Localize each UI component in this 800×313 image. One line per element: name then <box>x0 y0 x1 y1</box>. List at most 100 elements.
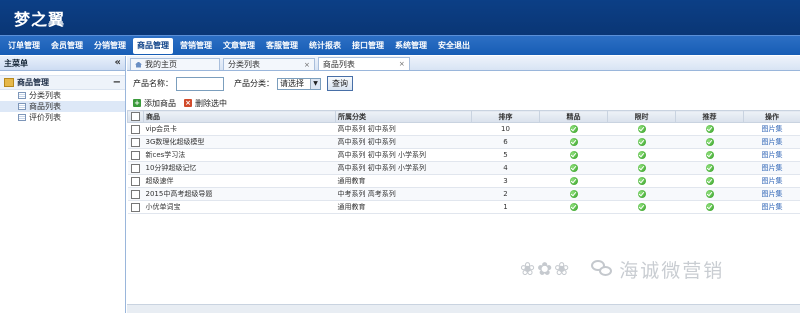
check-ok-icon[interactable] <box>705 151 714 159</box>
sidebar-item[interactable]: 分类列表 <box>0 90 125 101</box>
check-ok-icon[interactable] <box>637 164 646 172</box>
row-checkbox[interactable] <box>131 137 140 147</box>
nav-item[interactable]: 会员管理 <box>47 38 87 54</box>
gallery-link[interactable]: 图片集 <box>762 203 783 211</box>
limited-cell <box>607 200 676 214</box>
check-ok-icon[interactable] <box>569 138 578 146</box>
nav-item[interactable]: 接口管理 <box>348 38 388 54</box>
delete-icon: × <box>184 99 192 107</box>
check-ok-icon[interactable] <box>637 177 646 185</box>
order-cell: 10 <box>471 122 540 136</box>
order-cell: 2 <box>471 187 540 201</box>
gallery-link[interactable]: 图片集 <box>762 138 783 146</box>
checkbox-cell <box>127 135 144 149</box>
table-row[interactable]: 小优单词宝 通用教育 1 图片集 <box>127 200 800 214</box>
sidebar-item[interactable]: 商品列表 <box>0 101 125 112</box>
row-checkbox[interactable] <box>131 202 140 212</box>
check-ok-icon[interactable] <box>705 125 714 133</box>
nav-item[interactable]: 系统管理 <box>391 38 431 54</box>
check-ok-icon[interactable] <box>705 164 714 172</box>
gallery-link[interactable]: 图片集 <box>762 190 783 198</box>
table-header-row: 商品 所属分类 排序 精品 限时 推荐 操作 <box>127 110 800 123</box>
recommend-cell <box>675 174 744 188</box>
featured-cell <box>539 122 608 136</box>
delete-selected-button[interactable]: × 删除选中 <box>184 98 227 109</box>
group-toggle-icon[interactable]: − <box>113 77 121 88</box>
product-name-cell: 小优单词宝 <box>143 200 336 214</box>
product-name-cell: 2015中高考超级导题 <box>143 187 336 201</box>
recommend-cell <box>675 161 744 175</box>
tab[interactable]: 商品列表 × <box>317 57 410 70</box>
gallery-link[interactable]: 图片集 <box>762 177 783 185</box>
sidebar-item[interactable]: 评价列表 <box>0 112 125 123</box>
check-ok-icon[interactable] <box>569 190 578 198</box>
check-ok-icon[interactable] <box>637 190 646 198</box>
check-ok-icon[interactable] <box>637 125 646 133</box>
check-ok-icon[interactable] <box>705 190 714 198</box>
tab[interactable]: 分类列表 × <box>223 58 315 70</box>
row-checkbox[interactable] <box>131 150 140 160</box>
category-select[interactable]: 请选择 ▼ <box>277 77 321 90</box>
featured-cell <box>539 200 608 214</box>
sidebar-group-product[interactable]: 商品管理 − <box>0 75 125 90</box>
recommend-cell <box>675 148 744 162</box>
check-ok-icon[interactable] <box>569 203 578 211</box>
nav-item[interactable]: 订单管理 <box>4 38 44 54</box>
row-checkbox[interactable] <box>131 163 140 173</box>
row-checkbox[interactable] <box>131 176 140 186</box>
select-all-checkbox[interactable] <box>131 112 140 121</box>
sidebar-item-label: 评价列表 <box>29 113 61 122</box>
table-row[interactable]: 10分钟超级记忆 高中系列 初中系列 小学系列 4 图片集 <box>127 161 800 175</box>
query-button[interactable]: 查询 <box>327 76 353 91</box>
nav-item[interactable]: 文章管理 <box>219 38 259 54</box>
add-product-button[interactable]: + 添加商品 <box>133 98 176 109</box>
check-ok-icon[interactable] <box>705 203 714 211</box>
featured-cell <box>539 187 608 201</box>
table-row[interactable]: 3G数理化超级模型 高中系列 初中系列 6 图片集 <box>127 135 800 149</box>
nav-item[interactable]: 商品管理 <box>133 37 173 54</box>
sidebar-title: 主菜单 <box>4 58 28 68</box>
product-name-input[interactable] <box>176 76 224 91</box>
row-checkbox[interactable] <box>131 124 140 134</box>
collapse-sidebar-icon[interactable]: « <box>115 58 121 68</box>
featured-cell <box>539 161 608 175</box>
nav-item[interactable]: 营销管理 <box>176 38 216 54</box>
check-ok-icon[interactable] <box>705 138 714 146</box>
order-cell: 6 <box>471 135 540 149</box>
gallery-link[interactable]: 图片集 <box>762 151 783 159</box>
col-header-recommend: 推荐 <box>675 110 744 123</box>
recommend-cell <box>675 187 744 201</box>
tab[interactable]: 我的主页 <box>130 58 220 70</box>
table-row[interactable]: vip会员卡 高中系列 初中系列 10 图片集 <box>127 122 800 136</box>
table-row[interactable]: 新ces学习法 高中系列 初中系列 小学系列 5 图片集 <box>127 148 800 162</box>
check-ok-icon[interactable] <box>637 203 646 211</box>
delete-selected-label: 删除选中 <box>195 98 227 108</box>
featured-cell <box>539 148 608 162</box>
product-name-cell: 超级速伴 <box>143 174 336 188</box>
row-checkbox[interactable] <box>131 189 140 199</box>
close-icon[interactable]: × <box>399 60 405 68</box>
list-icon <box>18 103 26 110</box>
check-ok-icon[interactable] <box>705 177 714 185</box>
nav-item[interactable]: 客服管理 <box>262 38 302 54</box>
check-ok-icon[interactable] <box>569 177 578 185</box>
add-product-label: 添加商品 <box>144 98 176 108</box>
check-ok-icon[interactable] <box>569 164 578 172</box>
checkbox-cell <box>127 161 144 175</box>
nav-item[interactable]: 安全退出 <box>434 38 474 54</box>
product-name-cell: 新ces学习法 <box>143 148 336 162</box>
table-row[interactable]: 超级速伴 通用教育 3 图片集 <box>127 174 800 188</box>
check-ok-icon[interactable] <box>569 151 578 159</box>
col-header-limited: 限时 <box>607 110 676 123</box>
check-ok-icon[interactable] <box>569 125 578 133</box>
horizontal-scrollbar[interactable] <box>127 304 800 313</box>
check-ok-icon[interactable] <box>637 138 646 146</box>
check-ok-icon[interactable] <box>637 151 646 159</box>
nav-item[interactable]: 统计报表 <box>305 38 345 54</box>
gallery-link[interactable]: 图片集 <box>762 164 783 172</box>
close-icon[interactable]: × <box>304 61 310 69</box>
gallery-link[interactable]: 图片集 <box>762 125 783 133</box>
nav-item[interactable]: 分销管理 <box>90 38 130 54</box>
category-cell: 高中系列 初中系列 <box>335 122 472 136</box>
table-row[interactable]: 2015中高考超级导题 中考系列 高考系列 2 图片集 <box>127 187 800 201</box>
